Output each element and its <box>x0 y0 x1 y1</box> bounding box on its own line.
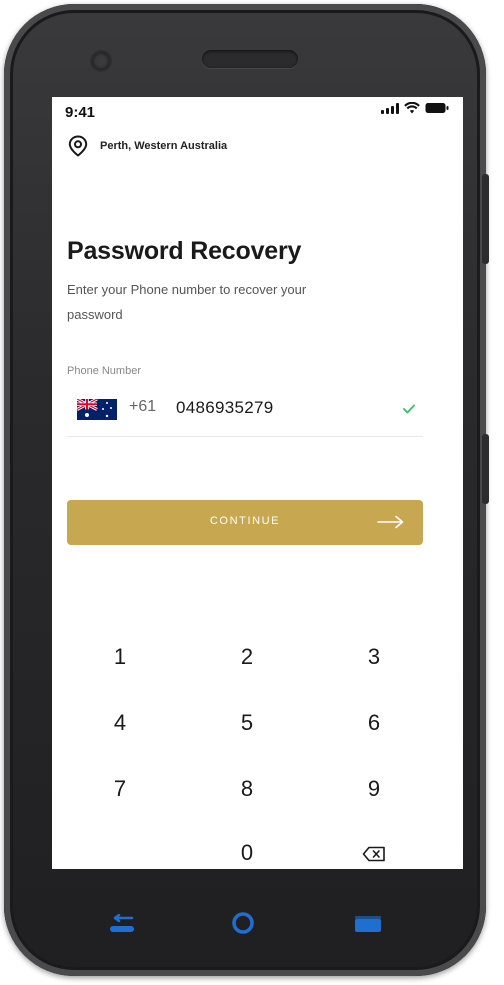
back-icon[interactable] <box>106 914 138 936</box>
status-icons <box>381 102 449 114</box>
key-0[interactable]: 0 <box>207 833 287 869</box>
location-label: Perth, Western Australia <box>100 140 228 152</box>
phone-number-label: Phone Number <box>67 365 141 377</box>
key-9[interactable]: 9 <box>334 769 414 809</box>
battery-icon <box>425 103 449 113</box>
wifi-icon <box>404 102 420 114</box>
arrow-right-icon <box>377 515 404 529</box>
key-2[interactable]: 2 <box>207 637 287 677</box>
key-5[interactable]: 5 <box>207 703 287 743</box>
home-icon[interactable] <box>230 910 256 936</box>
page-title: Password Recovery <box>67 237 302 265</box>
dial-code[interactable]: +61 <box>129 398 156 416</box>
phone-number-input[interactable]: 0486935279 <box>176 398 274 418</box>
volume-button <box>482 174 489 264</box>
signal-icon <box>381 102 399 114</box>
key-6[interactable]: 6 <box>334 703 414 743</box>
front-camera <box>92 52 110 70</box>
key-1[interactable]: 1 <box>80 637 160 677</box>
australia-flag-icon[interactable] <box>77 399 117 420</box>
continue-button[interactable]: CONTINUE <box>67 500 423 545</box>
status-time: 9:41 <box>65 104 96 121</box>
recent-apps-icon[interactable] <box>352 914 384 936</box>
check-icon <box>403 404 415 414</box>
power-button <box>482 434 489 504</box>
backspace-key[interactable] <box>334 833 414 869</box>
key-7[interactable]: 7 <box>80 769 160 809</box>
key-3[interactable]: 3 <box>334 637 414 677</box>
key-4[interactable]: 4 <box>80 703 160 743</box>
earpiece-speaker <box>202 50 298 68</box>
phone-frame: 9:41 Perth, Western Australia Password R… <box>4 4 489 976</box>
page-subtitle: Enter your Phone number to recover your … <box>67 282 307 322</box>
screen: 9:41 Perth, Western Australia Password R… <box>52 97 463 869</box>
continue-label: CONTINUE <box>209 515 281 527</box>
location-row[interactable]: Perth, Western Australia <box>68 135 227 157</box>
key-8[interactable]: 8 <box>207 769 287 809</box>
backspace-icon <box>362 846 385 862</box>
phone-number-field[interactable]: +61 0486935279 <box>67 394 423 437</box>
map-pin-icon <box>68 135 88 157</box>
